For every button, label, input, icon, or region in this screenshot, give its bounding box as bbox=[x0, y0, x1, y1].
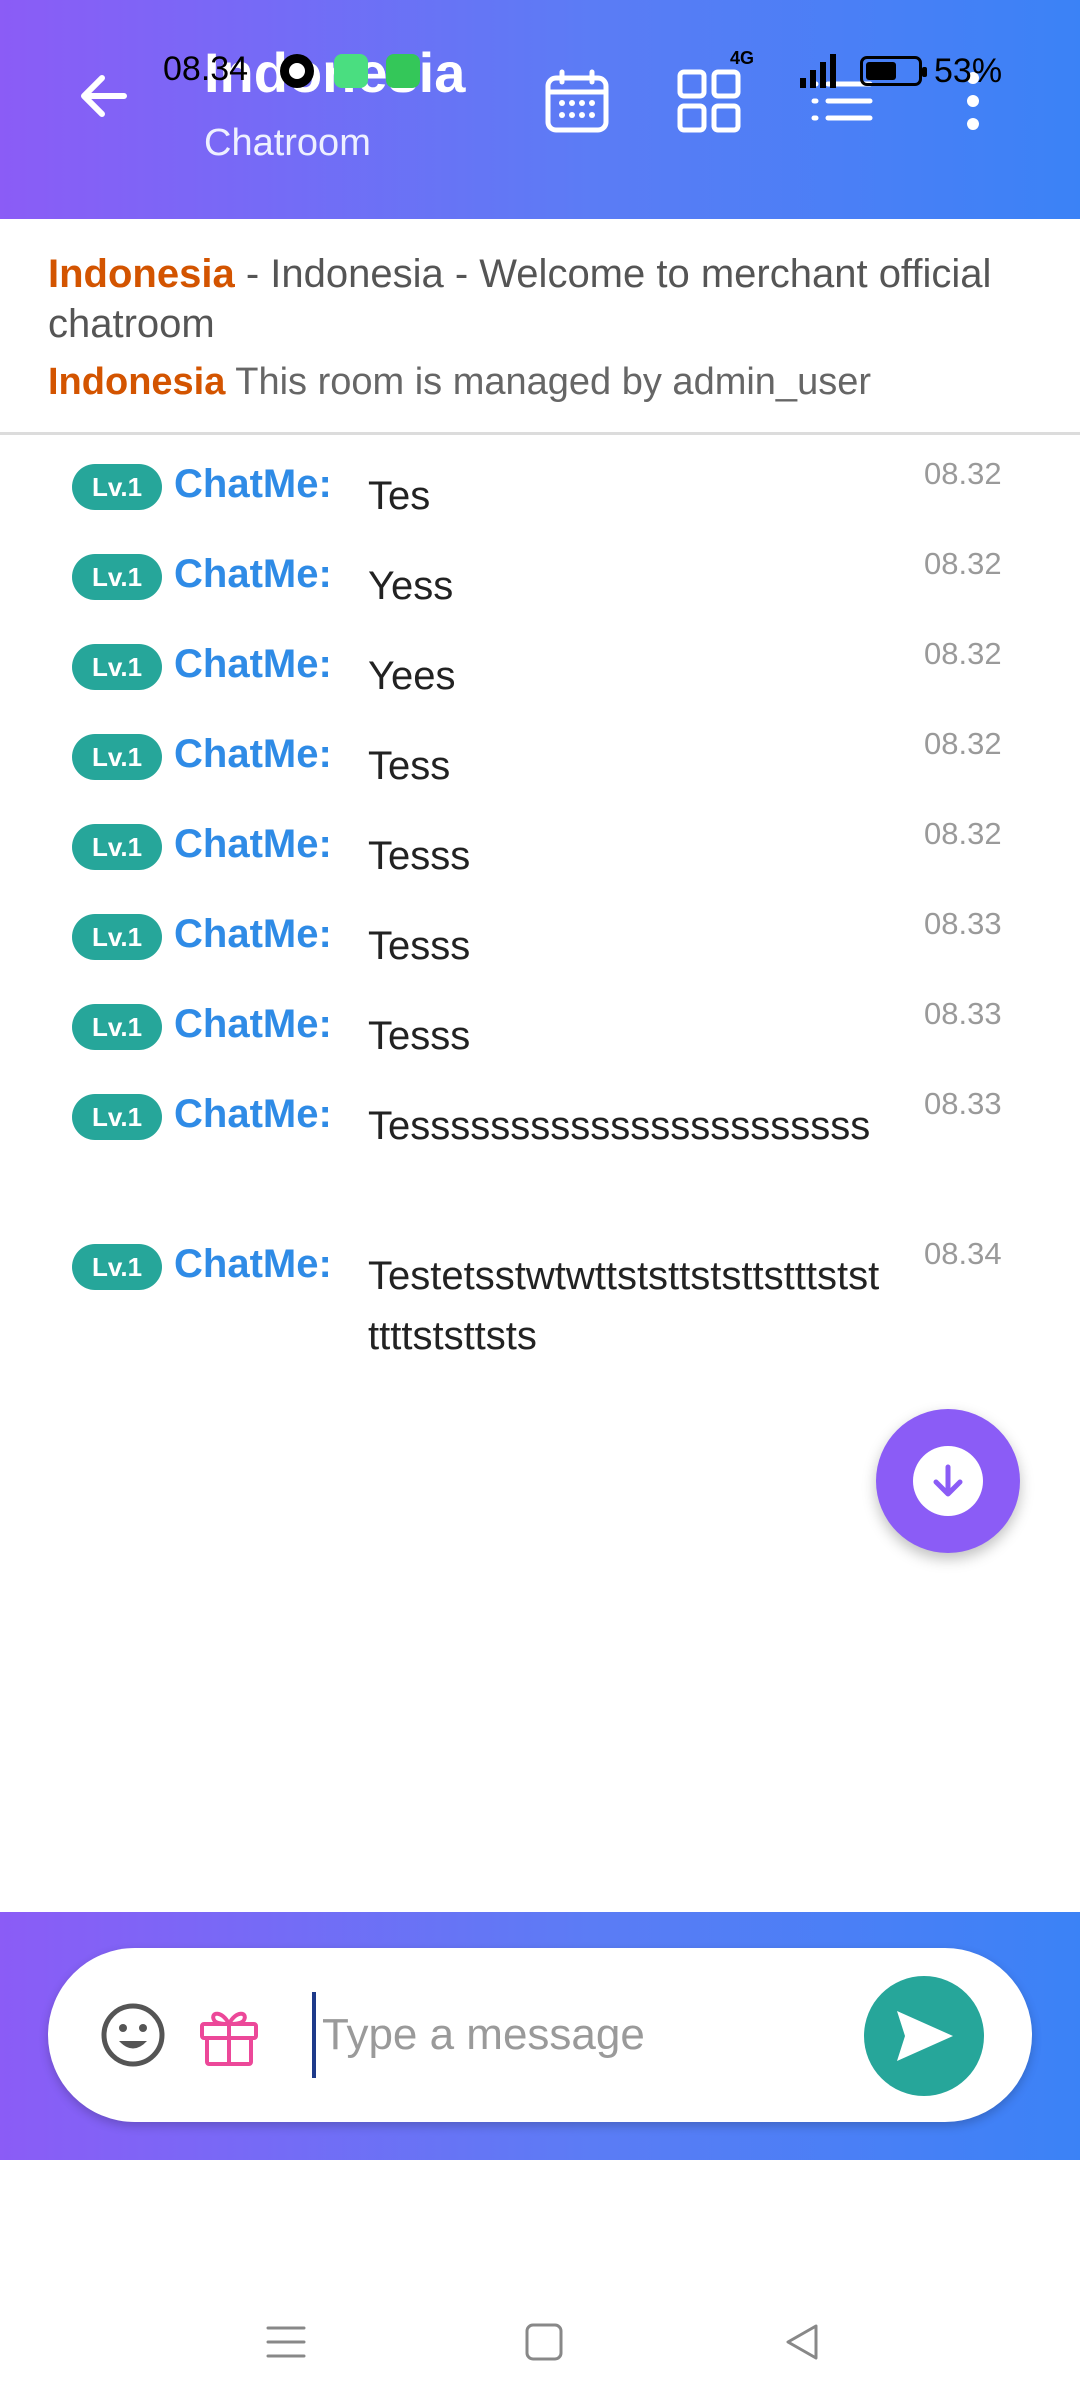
sender-name[interactable]: ChatMe: bbox=[174, 732, 332, 777]
message-text: Tes bbox=[368, 474, 431, 518]
scroll-to-bottom-button[interactable] bbox=[876, 1409, 1020, 1553]
level-badge: Lv.1 bbox=[72, 1244, 162, 1290]
level-badge: Lv.1 bbox=[72, 1094, 162, 1140]
sender-name[interactable]: ChatMe: bbox=[174, 1092, 332, 1137]
home-nav-button[interactable] bbox=[514, 2312, 574, 2372]
chatroom-subtitle: Chatroom bbox=[204, 122, 371, 164]
gift-button[interactable] bbox=[194, 2000, 264, 2070]
composer-bar bbox=[0, 1912, 1080, 2160]
message-text: Tesss bbox=[368, 1014, 471, 1058]
status-bar: 08.34 4G 53% bbox=[0, 40, 1080, 100]
sender-name[interactable]: ChatMe: bbox=[174, 912, 332, 957]
composer-pill bbox=[48, 1948, 1032, 2122]
room-tag: Indonesia bbox=[48, 252, 235, 296]
network-type: 4G bbox=[730, 48, 755, 68]
message-time: 08.32 bbox=[924, 546, 1002, 581]
sender-name[interactable]: ChatMe: bbox=[174, 552, 332, 597]
level-badge: Lv.1 bbox=[72, 1004, 162, 1050]
send-button[interactable] bbox=[864, 1976, 984, 2096]
send-icon bbox=[897, 2011, 953, 2061]
sender-name[interactable]: ChatMe: bbox=[174, 462, 332, 507]
menu-nav-button[interactable] bbox=[256, 2312, 316, 2372]
notification-dot-icon bbox=[280, 54, 314, 88]
message-time: 08.32 bbox=[924, 636, 1002, 671]
managed-by-message: Indonesia This room is managed by admin_… bbox=[48, 361, 1048, 404]
message-time: 08.32 bbox=[924, 456, 1002, 491]
sender-name[interactable]: ChatMe: bbox=[174, 642, 332, 687]
sender-name[interactable]: ChatMe: bbox=[174, 1242, 332, 1287]
battery-percentage: 53% bbox=[934, 52, 1003, 90]
shield-icon bbox=[334, 54, 368, 88]
chat-header: Indonesia Chatroom bbox=[0, 0, 1080, 219]
emoji-icon bbox=[101, 2003, 165, 2067]
back-nav-button[interactable] bbox=[772, 2312, 832, 2372]
battery-icon bbox=[860, 56, 927, 86]
welcome-message: Indonesia - Indonesia - Welcome to merch… bbox=[48, 249, 1048, 349]
message-time: 08.33 bbox=[924, 996, 1002, 1031]
level-badge: Lv.1 bbox=[72, 914, 162, 960]
message-time: 08.33 bbox=[924, 906, 1002, 941]
phone-icon bbox=[386, 54, 420, 88]
gift-icon bbox=[200, 2011, 258, 2066]
system-nav-bar bbox=[0, 2160, 1080, 2400]
message-text: Testetsstwtwttststtststtstttststttttstst… bbox=[368, 1254, 880, 1358]
message-time: 08.33 bbox=[924, 1086, 1002, 1121]
sender-name[interactable]: ChatMe: bbox=[174, 822, 332, 867]
home-square-icon bbox=[525, 2323, 563, 2361]
message-input[interactable] bbox=[312, 1992, 872, 2078]
message-text: Tesss bbox=[368, 834, 471, 878]
message-text: Yess bbox=[368, 564, 454, 608]
level-badge: Lv.1 bbox=[72, 734, 162, 780]
back-triangle-icon bbox=[786, 2324, 818, 2360]
menu-icon bbox=[266, 2326, 306, 2358]
room-announcement: Indonesia - Indonesia - Welcome to merch… bbox=[0, 219, 1080, 435]
signal-icon bbox=[800, 54, 840, 88]
emoji-button[interactable] bbox=[98, 2000, 168, 2070]
room-tag: Indonesia bbox=[48, 361, 226, 403]
message-time: 08.32 bbox=[924, 726, 1002, 761]
status-time: 08.34 bbox=[163, 50, 249, 88]
message-time: 08.32 bbox=[924, 816, 1002, 851]
arrow-down-icon bbox=[933, 1464, 963, 1497]
message-time: 08.34 bbox=[924, 1236, 1002, 1271]
managed-text: This room is managed by admin_user bbox=[225, 361, 871, 403]
level-badge: Lv.1 bbox=[72, 644, 162, 690]
message-text: Tesssssssssssssssssssssss bbox=[368, 1104, 871, 1148]
message-text: Tess bbox=[368, 744, 451, 788]
message-text: Tesss bbox=[368, 924, 471, 968]
sender-name[interactable]: ChatMe: bbox=[174, 1002, 332, 1047]
level-badge: Lv.1 bbox=[72, 824, 162, 870]
level-badge: Lv.1 bbox=[72, 464, 162, 510]
level-badge: Lv.1 bbox=[72, 554, 162, 600]
message-text: Yees bbox=[368, 654, 456, 698]
